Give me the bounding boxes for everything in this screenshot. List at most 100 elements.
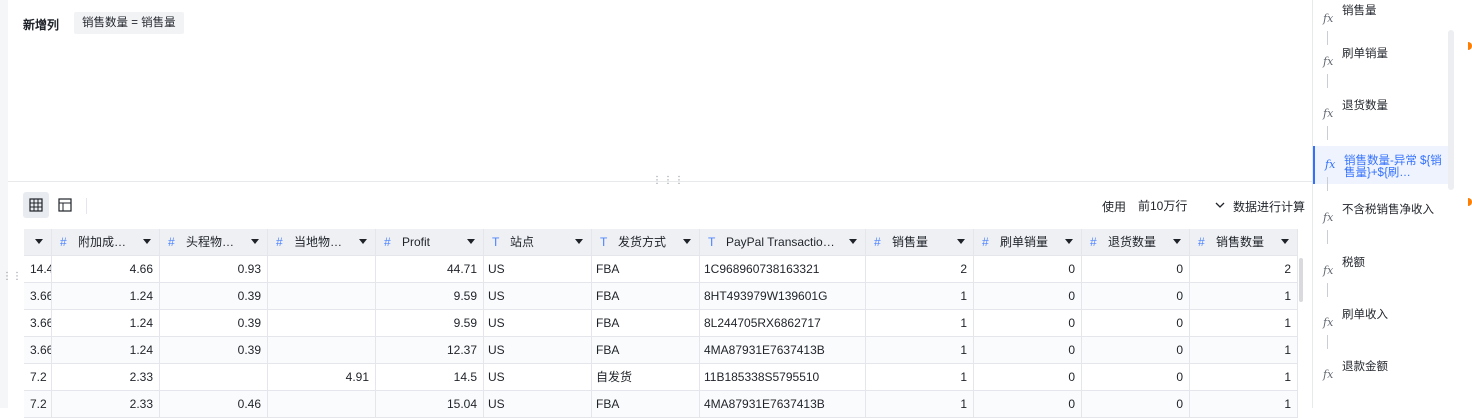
table-cell[interactable]: 2 — [1190, 256, 1298, 283]
table-cell[interactable]: 0.39 — [160, 310, 268, 337]
table-cell[interactable]: 11B185338S5795510 — [700, 364, 866, 391]
caret-down-icon[interactable] — [957, 239, 965, 244]
table-cell[interactable]: FBA — [592, 283, 700, 310]
column-header[interactable]: T 站点 — [484, 229, 592, 256]
caret-down-icon[interactable] — [143, 239, 151, 244]
table-row[interactable]: 3.66 1.24 0.39 12.37 US FBA 4MA87931E7637413B 1… — [24, 337, 1298, 364]
table-row[interactable]: 7.2 2.33 0.46 15.04 US FBA 4MA87931E7637413B 1 0… — [24, 391, 1298, 418]
column-header[interactable]: # 头程物… — [160, 229, 268, 256]
table-cell[interactable]: 9.59 — [376, 283, 484, 310]
table-cell[interactable]: 自发货 — [592, 364, 700, 391]
table-cell[interactable]: 0 — [974, 256, 1082, 283]
table-cell[interactable]: 0 — [974, 337, 1082, 364]
table-cell[interactable]: US — [484, 364, 592, 391]
sidebar-field-item[interactable]: fx 刷单销量 — [1313, 43, 1447, 81]
table-cell[interactable]: 44.71 — [376, 256, 484, 283]
column-header[interactable]: # 销售量 — [866, 229, 974, 256]
column-header[interactable]: # Profit — [376, 229, 484, 256]
table-cell[interactable]: FBA — [592, 256, 700, 283]
table-cell[interactable]: 7.2 — [24, 364, 52, 391]
sidebar-field-item[interactable]: fx 刷单收入 — [1313, 304, 1447, 342]
table-cell[interactable]: 1 — [1190, 391, 1298, 418]
card-view-button[interactable] — [52, 192, 78, 218]
table-cell[interactable]: 1.24 — [52, 283, 160, 310]
table-cell[interactable]: 4MA87931E7637413B — [700, 337, 866, 364]
column-header[interactable]: T PayPal Transactio… — [700, 229, 866, 256]
column-header[interactable]: # 销售数量 — [1190, 229, 1298, 256]
formula-editor[interactable]: 新增列 销售数量 = 销售量 — [8, 0, 1312, 182]
table-cell[interactable]: 2.33 — [52, 391, 160, 418]
table-row[interactable]: 3.66 1.24 0.39 9.59 US FBA 8HT493979W139601G 1 0… — [24, 283, 1298, 310]
table-cell[interactable]: 3.66 — [24, 283, 52, 310]
table-cell[interactable]: US — [484, 283, 592, 310]
table-cell[interactable]: 4.91 — [268, 364, 376, 391]
table-cell[interactable]: 2.33 — [52, 364, 160, 391]
table-cell[interactable]: 4MA87931E7637413B — [700, 391, 866, 418]
table-row[interactable]: 14.4 4.66 0.93 44.71 US FBA 1C968960738163321 2… — [24, 256, 1298, 283]
table-cell[interactable]: 0.46 — [160, 391, 268, 418]
sidebar-field-item[interactable]: fx 不含税销售净收入 — [1313, 199, 1447, 237]
table-cell[interactable] — [268, 256, 376, 283]
caret-down-icon[interactable] — [1065, 239, 1073, 244]
table-cell[interactable]: US — [484, 391, 592, 418]
table-cell[interactable]: 0 — [1082, 364, 1190, 391]
table-cell[interactable]: 1 — [1190, 310, 1298, 337]
caret-down-icon[interactable] — [251, 239, 259, 244]
caret-down-icon[interactable] — [849, 239, 857, 244]
table-cell[interactable]: 0 — [1082, 256, 1190, 283]
caret-down-icon[interactable] — [1281, 239, 1289, 244]
table-cell[interactable]: US — [484, 256, 592, 283]
table-cell[interactable]: 1 — [866, 283, 974, 310]
table-cell[interactable]: 3.66 — [24, 337, 52, 364]
table-cell[interactable]: 1 — [1190, 283, 1298, 310]
sidebar-scrollbar[interactable] — [1448, 30, 1454, 190]
formula-expression[interactable]: 销售数量 = 销售量 — [74, 12, 184, 34]
table-cell[interactable]: 0 — [1082, 391, 1190, 418]
table-row[interactable]: 7.2 2.33 4.91 14.5 US 自发货 11B185338S5795510 1 0 0… — [24, 364, 1298, 391]
table-cell[interactable]: FBA — [592, 310, 700, 337]
table-cell[interactable]: 0 — [1082, 283, 1190, 310]
table-cell[interactable]: 0.39 — [160, 337, 268, 364]
table-cell[interactable]: US — [484, 310, 592, 337]
table-cell[interactable]: 0 — [974, 364, 1082, 391]
table-cell[interactable] — [268, 283, 376, 310]
table-cell[interactable] — [160, 364, 268, 391]
table-cell[interactable]: 1.24 — [52, 310, 160, 337]
table-cell[interactable]: 1 — [866, 391, 974, 418]
table-cell[interactable]: 8L244705RX6862717 — [700, 310, 866, 337]
table-cell[interactable]: 0 — [1082, 310, 1190, 337]
table-cell[interactable]: 2 — [866, 256, 974, 283]
caret-down-icon[interactable] — [35, 239, 43, 244]
column-header[interactable]: # 附加成… — [52, 229, 160, 256]
sidebar-field-item[interactable]: fx 销售量 — [1313, 0, 1447, 38]
table-cell[interactable]: FBA — [592, 391, 700, 418]
table-row[interactable]: 3.66 1.24 0.39 9.59 US FBA 8L244705RX6862717 1 0… — [24, 310, 1298, 337]
table-cell[interactable]: FBA — [592, 337, 700, 364]
table-cell[interactable]: US — [484, 337, 592, 364]
table-cell[interactable]: 1 — [1190, 337, 1298, 364]
caret-down-icon[interactable] — [683, 239, 691, 244]
table-cell[interactable]: 0.93 — [160, 256, 268, 283]
table-cell[interactable]: 4.66 — [52, 256, 160, 283]
column-header[interactable]: # 刷单销量 — [974, 229, 1082, 256]
table-cell[interactable] — [268, 310, 376, 337]
table-cell[interactable] — [268, 391, 376, 418]
table-cell[interactable]: 0 — [974, 391, 1082, 418]
row-drag-handle-icon[interactable]: ⋮⋮ — [2, 271, 22, 282]
table-cell[interactable]: 1 — [866, 337, 974, 364]
grid-scrollbar[interactable] — [1299, 258, 1303, 302]
caret-down-icon[interactable] — [467, 239, 475, 244]
column-header[interactable]: # 当地物… — [268, 229, 376, 256]
column-header[interactable]: # 退货数量 — [1082, 229, 1190, 256]
table-cell[interactable]: 15.04 — [376, 391, 484, 418]
table-cell[interactable]: 14.5 — [376, 364, 484, 391]
table-cell[interactable]: 1 — [1190, 364, 1298, 391]
table-cell[interactable]: 1.24 — [52, 337, 160, 364]
caret-down-icon[interactable] — [359, 239, 367, 244]
table-cell[interactable]: 0 — [1082, 337, 1190, 364]
table-cell[interactable]: 7.2 — [24, 391, 52, 418]
caret-down-icon[interactable] — [1173, 239, 1181, 244]
row-limit-select[interactable]: 前10万行 — [1138, 193, 1232, 217]
table-cell[interactable]: 1 — [866, 310, 974, 337]
table-cell[interactable]: 1 — [866, 364, 974, 391]
